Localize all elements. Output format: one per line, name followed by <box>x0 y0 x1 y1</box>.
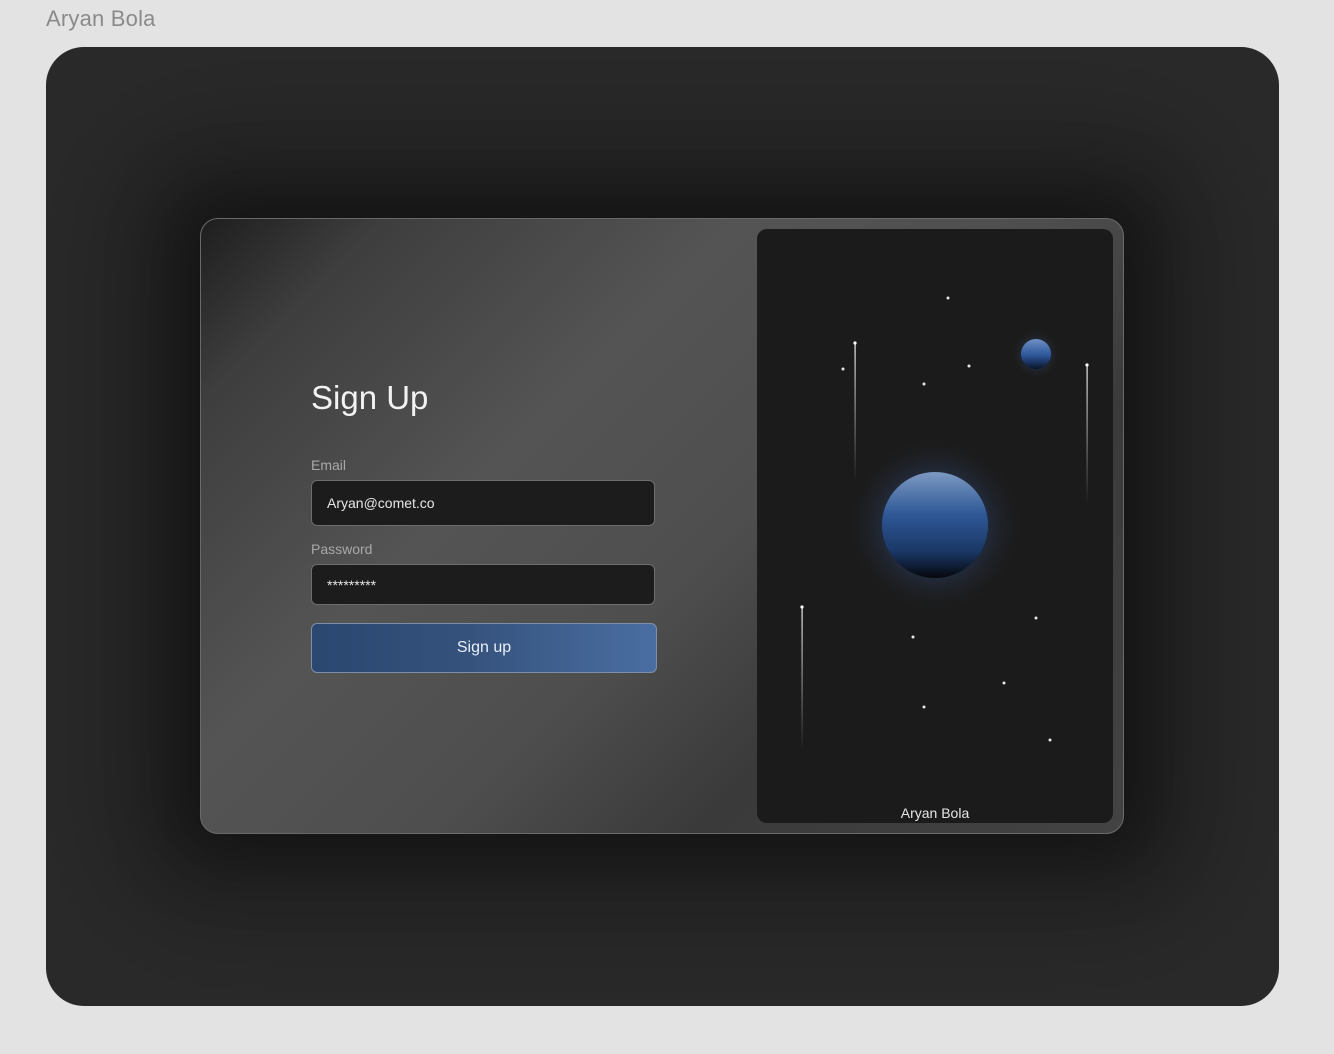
small-planet <box>1021 339 1051 369</box>
sign-up-button[interactable]: Sign up <box>311 623 657 673</box>
large-planet <box>882 472 988 578</box>
page-title: Sign Up <box>311 379 429 416</box>
password-value: ********* <box>327 576 377 593</box>
shooting-star <box>801 606 803 751</box>
star <box>800 605 804 609</box>
email-field[interactable]: Aryan@comet.co <box>311 480 655 526</box>
password-field[interactable]: ********* <box>311 564 655 605</box>
email-label: Email <box>311 457 347 473</box>
shooting-star <box>1086 364 1088 504</box>
frame-title: Aryan Bola <box>46 6 156 31</box>
space-scene <box>800 296 1089 751</box>
frame-canvas: Sign Up Email Aryan@comet.co Password **… <box>46 47 1279 1006</box>
star <box>1085 363 1089 367</box>
illustration-credit: Aryan Bola <box>900 805 970 821</box>
password-label: Password <box>311 541 373 557</box>
signup-card: Sign Up Email Aryan@comet.co Password **… <box>200 218 1124 834</box>
email-value: Aryan@comet.co <box>327 495 435 511</box>
star <box>853 341 857 345</box>
shooting-star <box>854 342 856 482</box>
space-illustration: Aryan Bola <box>757 229 1113 823</box>
